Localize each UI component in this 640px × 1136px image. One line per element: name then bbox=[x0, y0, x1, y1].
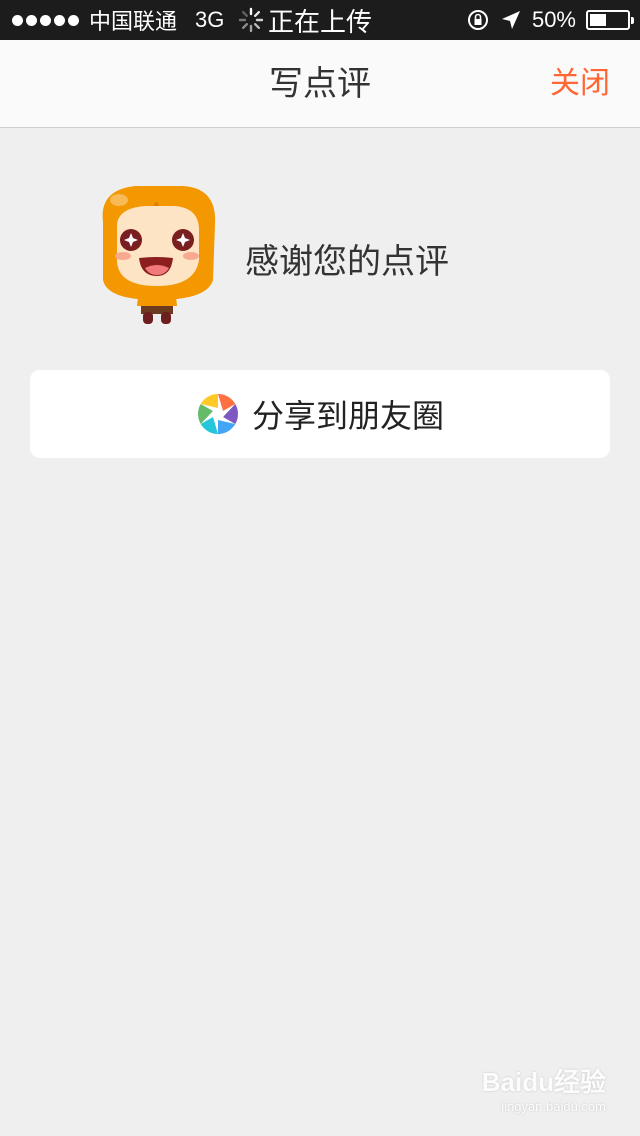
watermark-logo-text: Baidu经验 bbox=[481, 1067, 606, 1097]
baidu-jingyan-watermark: Baidu经验 jingyan.baidu.com bbox=[482, 1062, 606, 1114]
battery-fill bbox=[590, 14, 606, 26]
status-bar-left: 中国联通 3G bbox=[0, 4, 274, 36]
thanks-message: 感谢您的点评 bbox=[245, 242, 449, 282]
share-to-moments-button[interactable]: 分享到朋友圈 bbox=[30, 370, 610, 458]
signal-dots-icon bbox=[12, 14, 79, 26]
rotation-lock-icon bbox=[467, 10, 488, 30]
location-arrow-icon bbox=[501, 11, 520, 29]
close-button[interactable]: 关闭 bbox=[550, 40, 610, 128]
moments-aperture-icon bbox=[198, 394, 238, 434]
status-bar-right: 50% bbox=[466, 7, 640, 33]
battery-icon bbox=[586, 10, 634, 30]
loading-spinner-icon bbox=[239, 7, 264, 33]
battery-percent: 50% bbox=[531, 7, 576, 32]
network-type: 3G bbox=[195, 7, 225, 32]
share-button-label: 分享到朋友圈 bbox=[251, 397, 444, 435]
carrier-name: 中国联通 bbox=[89, 9, 178, 34]
status-bar: 中国联通 3G 正在上传 50% bbox=[0, 0, 640, 40]
thanks-section: 感谢您的点评 bbox=[95, 182, 555, 327]
navigation-bar: 写点评 关闭 bbox=[0, 40, 640, 128]
mascot-icon bbox=[102, 186, 216, 324]
watermark-logo: Baidu经验 bbox=[482, 1062, 606, 1099]
page-title: 写点评 bbox=[269, 64, 371, 104]
watermark-url: jingyan.baidu.com bbox=[501, 1099, 606, 1114]
